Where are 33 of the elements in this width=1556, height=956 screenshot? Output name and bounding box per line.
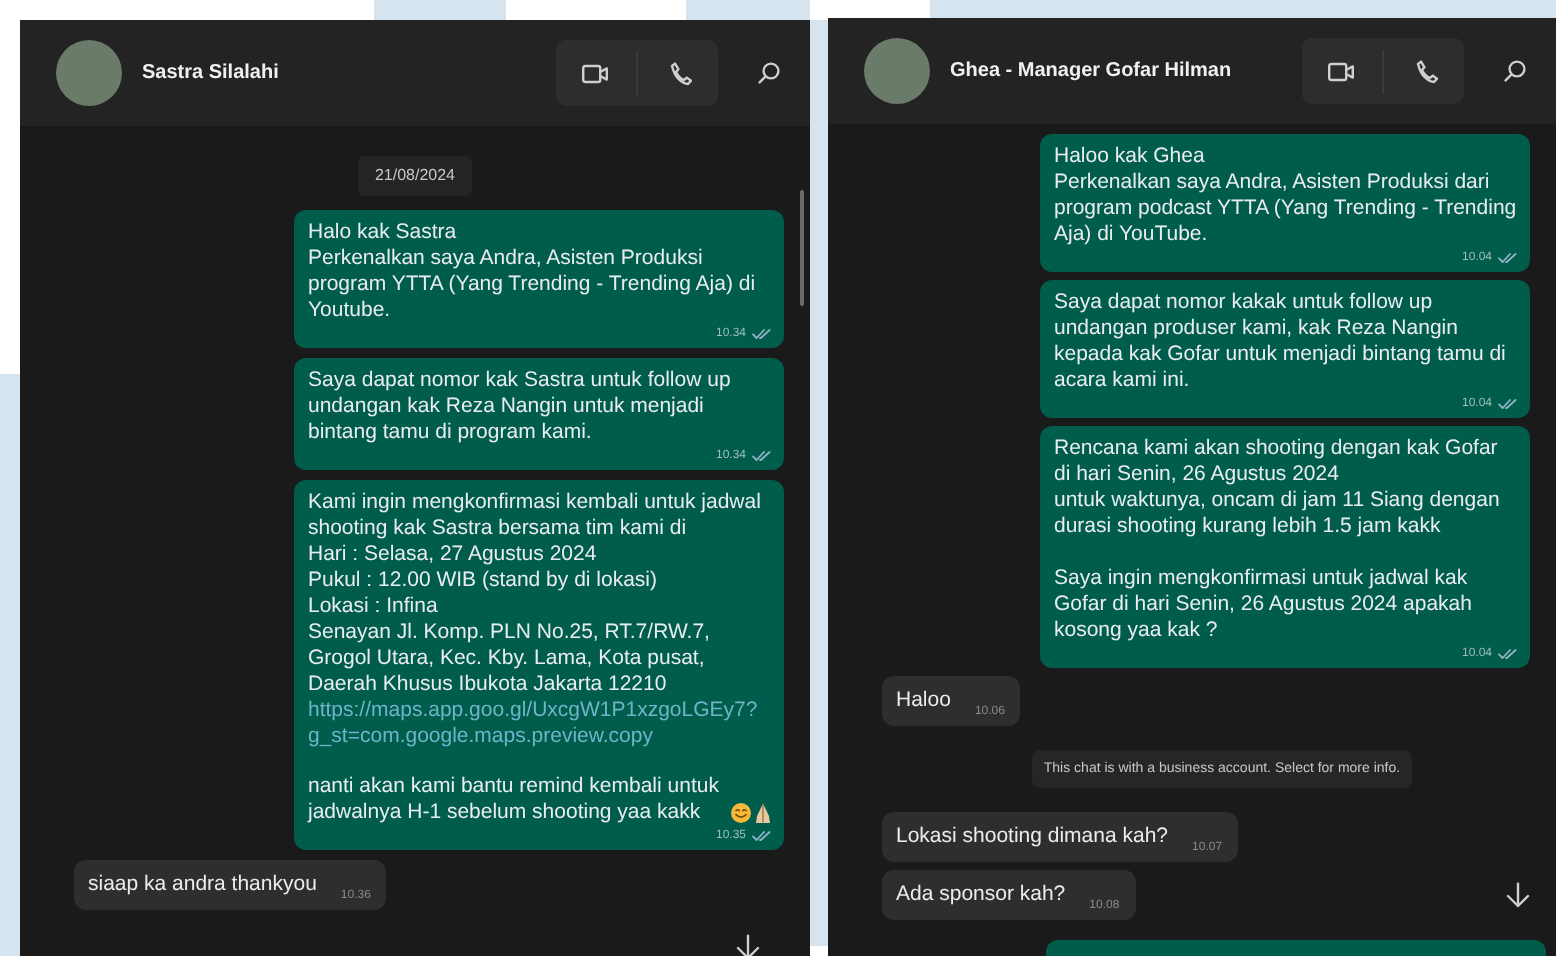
smiling-face-icon <box>730 802 752 824</box>
message-text: Kami ingin mengkonfirmasi kembali untuk jadwal shooting kak Sastra bersama tim kami di Hari : Selasa, 27 Agustus 2024 Pukul : 12.00 WIB (stand by di lokasi) Lokasi : Infina Senayan Jl. Komp. PLN No.25, RT.7/RW.7, Grogol Utara, Kec. Kby. Lama, Kota pusat, Daerah Khusus Ibukota Jakarta 12210 <box>308 490 763 696</box>
contact-name: Ghea - Manager Gofar Hilman <box>950 58 1234 86</box>
background-shape <box>374 0 506 20</box>
message-text: Rencana kami akan shooting dengan kak Gofar di hari Senin, 26 Agustus 2024 untuk waktunya, oncam di jam 11 Siang dengan durasi shooting kurang lebih 1.5 jam kakk Saya ingin mengkonfirmasi untuk jadwal kak Gofar di hari Senin, 26 Agustus 2024 apakah kosong yaa kak ? <box>1054 436 1502 642</box>
avatar-photo <box>56 40 122 106</box>
search-icon <box>757 62 779 84</box>
avatar-photo <box>864 38 930 104</box>
video-camera-icon <box>1327 61 1353 81</box>
scrollbar-thumb[interactable] <box>800 190 804 306</box>
contact-name: Sastra Silalahi <box>142 60 281 88</box>
message-text: Lokasi shooting dimana kah? <box>896 824 1169 850</box>
message-text: Haloo kak Ghea Perkenalkan saya Andra, Asisten Produksi dari program podcast YTTA (Yang Trending - Trending Aja) di YouTube. <box>1054 144 1519 246</box>
read-ticks-icon <box>752 830 772 842</box>
date-chip: 21/08/2024 <box>358 156 472 196</box>
read-ticks-icon <box>1498 398 1518 410</box>
message-text: Halo kak Sastra Perkenalkan saya Andra, Asisten Produksi program YTTA (Yang Trending - Trending Aja) di Youtube. <box>308 220 758 322</box>
read-ticks-icon <box>1498 252 1518 264</box>
read-ticks-icon <box>752 450 772 462</box>
message-text: Saya dapat nomor kak Sastra untuk follow up undangan kak Reza Nangin untuk menjadi bintang tamu di program kami. <box>308 368 733 444</box>
message-text: Haloo <box>896 688 951 714</box>
message-text: siaap ka andra thankyou <box>88 872 317 898</box>
search-icon <box>1503 60 1525 82</box>
read-ticks-icon <box>1498 648 1518 660</box>
message-text: Saya dapat nomor kakak untuk follow up undangan produser kami, kak Reza Nangin kepada kak Gofar untuk menjadi bintang tamu di acara kami ini. <box>1054 290 1508 392</box>
message-text: nanti akan kami bantu remind kembali untuk jadwalnya H-1 sebelum shooting yaa kakk <box>308 774 721 826</box>
down-arrow-icon <box>1506 881 1530 907</box>
video-camera-icon <box>581 63 607 83</box>
message-text: Ada sponsor kah? <box>896 882 1066 908</box>
down-arrow-icon <box>736 933 760 956</box>
phone-icon <box>669 61 691 85</box>
phone-icon <box>1415 59 1437 83</box>
read-ticks-icon <box>752 328 772 340</box>
